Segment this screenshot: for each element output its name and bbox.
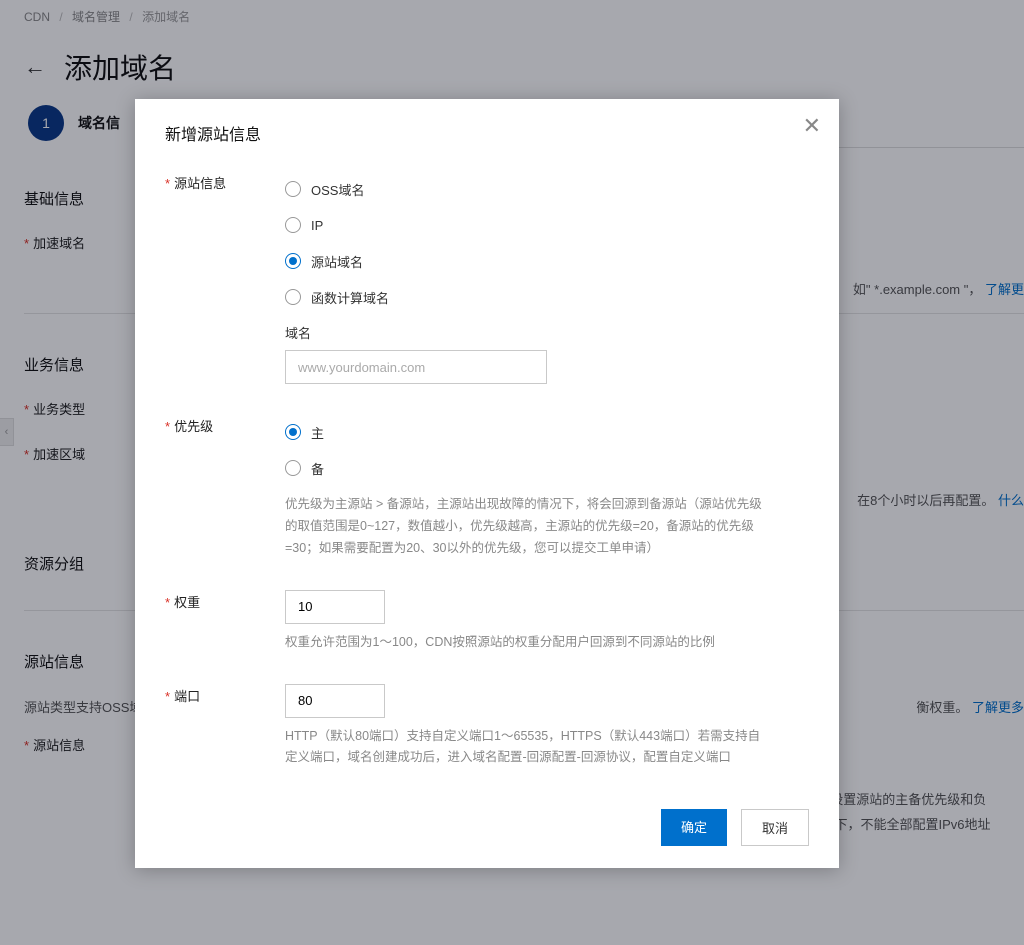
radio-ip[interactable]: IP: [285, 207, 809, 243]
radio-label: 备: [311, 459, 324, 478]
domain-input[interactable]: [285, 350, 547, 384]
port-help: HTTP（默认80端口）支持自定义端口1～65535，HTTPS（默认443端口…: [285, 726, 765, 770]
radio-primary[interactable]: 主: [285, 414, 809, 450]
close-icon[interactable]: ✕: [803, 115, 821, 137]
weight-input[interactable]: [285, 590, 385, 624]
radio-origin-domain[interactable]: 源站域名: [285, 243, 809, 279]
add-origin-modal: ✕ 新增源站信息 *源站信息 OSS域名 IP 源站域名 函数计算域名 域名: [135, 99, 839, 868]
radio-label: 源站域名: [311, 252, 363, 271]
modal-label-origin-info: *源站信息: [165, 171, 285, 192]
domain-sub-label: 域名: [285, 323, 809, 342]
modal-title: 新增源站信息: [165, 121, 809, 145]
radio-icon: [285, 217, 301, 233]
modal-label-priority: *优先级: [165, 414, 285, 435]
radio-fc-domain[interactable]: 函数计算域名: [285, 279, 809, 315]
radio-label: 函数计算域名: [311, 288, 389, 307]
radio-oss-domain[interactable]: OSS域名: [285, 171, 809, 207]
weight-help: 权重允许范围为1～100，CDN按照源站的权重分配用户回源到不同源站的比例: [285, 632, 765, 654]
radio-icon: [285, 253, 301, 269]
cancel-button[interactable]: 取消: [741, 809, 809, 846]
port-input[interactable]: [285, 684, 385, 718]
ok-button[interactable]: 确定: [661, 809, 727, 846]
radio-label: OSS域名: [311, 180, 364, 199]
radio-backup[interactable]: 备: [285, 450, 809, 486]
radio-icon: [285, 289, 301, 305]
radio-label: 主: [311, 423, 324, 442]
modal-label-weight: *权重: [165, 590, 285, 611]
modal-label-port: *端口: [165, 684, 285, 705]
radio-icon: [285, 424, 301, 440]
radio-icon: [285, 460, 301, 476]
radio-label: IP: [311, 218, 323, 233]
radio-icon: [285, 181, 301, 197]
priority-help: 优先级为主源站 > 备源站，主源站出现故障的情况下，将会回源到备源站（源站优先级…: [285, 494, 765, 560]
